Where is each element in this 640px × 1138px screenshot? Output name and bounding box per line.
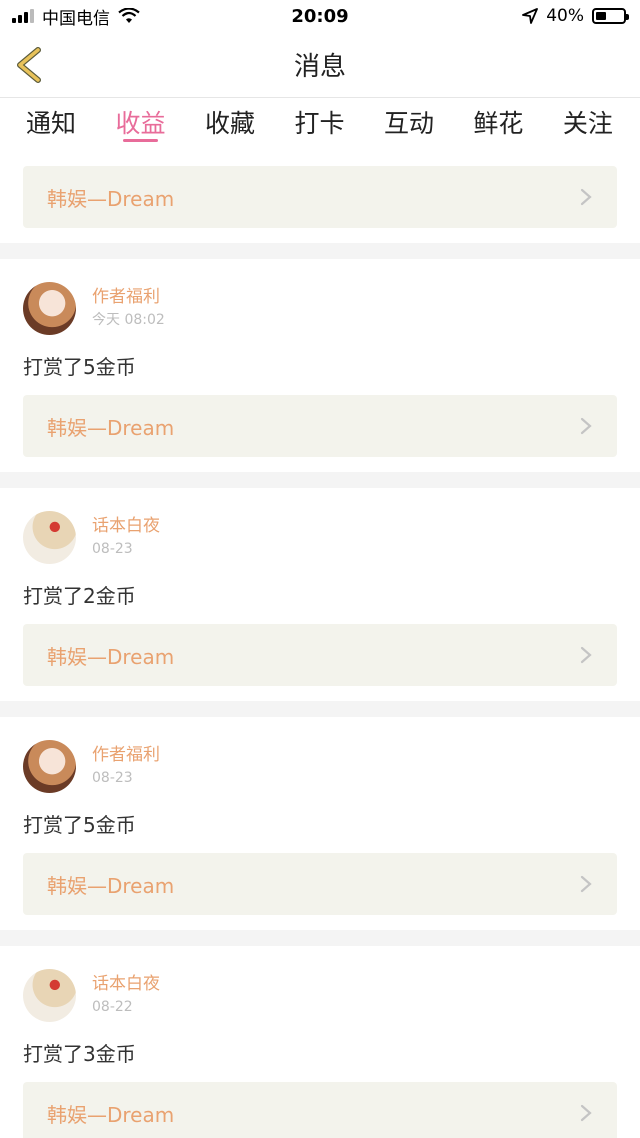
message-time: 08-23 xyxy=(92,770,133,786)
back-button[interactable] xyxy=(12,46,48,84)
work-link[interactable]: 韩娱—Dream xyxy=(23,395,617,457)
chevron-right-icon xyxy=(580,1104,592,1122)
sender-name[interactable]: 作者福利 xyxy=(92,744,160,766)
sender-row: 作者福利 今天 08:02 xyxy=(23,281,617,335)
battery-icon xyxy=(592,8,629,24)
tab-flowers[interactable]: 鲜花 xyxy=(473,98,523,150)
message-time: 08-23 xyxy=(92,541,133,557)
chevron-right-icon xyxy=(580,875,592,893)
sender-row: 作者福利 08-23 xyxy=(23,739,617,793)
avatar[interactable] xyxy=(23,739,76,793)
tab-favorites[interactable]: 收藏 xyxy=(205,98,255,150)
tab-bar: 通知 收益 收藏 打卡 互动 鲜花 关注 xyxy=(0,98,640,150)
message-text: 打赏了3金币 xyxy=(23,1042,136,1066)
page-title: 消息 xyxy=(293,52,346,82)
message-card: 话本白夜 08-23 打赏了2金币 韩娱—Dream xyxy=(0,488,640,701)
signal-icon xyxy=(12,9,34,23)
message-text: 打赏了5金币 xyxy=(23,813,136,837)
work-link[interactable]: 韩娱—Dream xyxy=(23,624,617,686)
chevron-right-icon xyxy=(580,417,592,435)
status-bar: 中国电信 20:09 40% xyxy=(0,0,640,32)
sender-name[interactable]: 作者福利 xyxy=(92,286,165,308)
work-link-label: 韩娱—Dream xyxy=(47,186,175,211)
work-link-label: 韩娱—Dream xyxy=(47,873,175,898)
sender-name[interactable]: 话本白夜 xyxy=(92,515,160,537)
message-card: 作者福利 今天 08:02 打赏了5金币 韩娱—Dream xyxy=(0,259,640,472)
tab-interaction[interactable]: 互动 xyxy=(384,98,434,150)
message-time: 08-22 xyxy=(92,999,133,1015)
message-card: 作者福利 08-23 打赏了5金币 韩娱—Dream xyxy=(0,717,640,930)
work-link[interactable]: 韩娱—Dream xyxy=(23,853,617,915)
location-arrow-icon xyxy=(522,8,539,24)
wifi-icon xyxy=(118,8,140,23)
tab-notice[interactable]: 通知 xyxy=(26,98,76,150)
status-time: 20:09 xyxy=(291,6,349,27)
message-card: 话本白夜 08-22 打赏了3金币 韩娱—Dream xyxy=(0,946,640,1138)
message-time: 今天 08:02 xyxy=(92,312,165,328)
avatar[interactable] xyxy=(23,968,76,1022)
sender-row: 话本白夜 08-23 xyxy=(23,510,617,564)
work-link-label: 韩娱—Dream xyxy=(47,1102,175,1127)
chevron-right-icon xyxy=(580,646,592,664)
work-link[interactable]: 韩娱—Dream xyxy=(23,1082,617,1138)
tab-follow[interactable]: 关注 xyxy=(563,98,613,150)
avatar[interactable] xyxy=(23,281,76,335)
message-text: 打赏了2金币 xyxy=(23,584,136,608)
battery-percent: 40% xyxy=(546,6,584,26)
work-link-label: 韩娱—Dream xyxy=(47,415,175,440)
carrier-label: 中国电信 xyxy=(42,8,110,29)
sender-row: 话本白夜 08-22 xyxy=(23,968,617,1022)
message-card: 韩娱—Dream xyxy=(0,150,640,243)
chevron-right-icon xyxy=(580,188,592,206)
work-link-label: 韩娱—Dream xyxy=(47,644,175,669)
tab-checkin[interactable]: 打卡 xyxy=(294,98,344,150)
nav-bar: 消息 xyxy=(0,32,640,98)
work-link[interactable]: 韩娱—Dream xyxy=(23,166,617,228)
tab-earnings[interactable]: 收益 xyxy=(115,98,166,150)
avatar[interactable] xyxy=(23,510,76,564)
sender-name[interactable]: 话本白夜 xyxy=(92,973,160,995)
message-text: 打赏了5金币 xyxy=(23,355,136,379)
